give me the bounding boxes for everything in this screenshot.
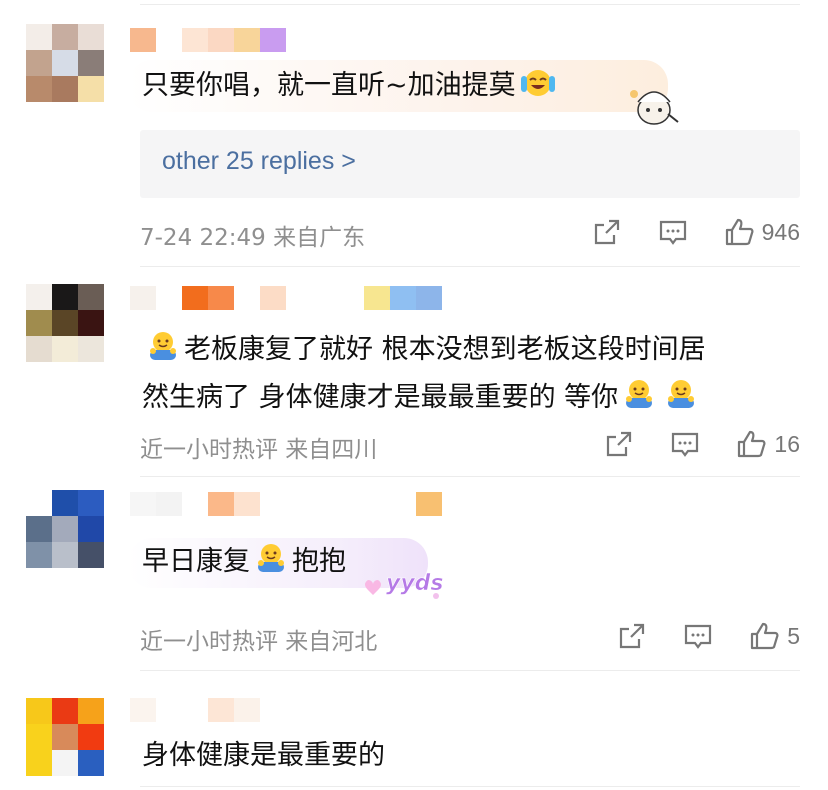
hug-emoji (146, 330, 180, 376)
avatar[interactable] (26, 698, 104, 776)
comment-text: 早日康复 抱抱 (142, 540, 778, 588)
thumbs-up-icon (751, 622, 779, 650)
comment-button[interactable] (658, 217, 688, 247)
like-button[interactable]: 5 (749, 621, 800, 651)
comment-text-content: 只要你唱，就一直听~加油提莫 (142, 70, 516, 101)
comment-meta: 近一小时热评 来自河北 5 (140, 616, 800, 656)
avatar[interactable] (26, 284, 104, 362)
comment-text: 老板康复了就好 根本没想到老板这段时间居 然生病了 身体健康才是最最重要的 等你 (142, 328, 788, 424)
avatar[interactable] (26, 490, 104, 568)
more-replies-link[interactable]: other 25 replies > (162, 147, 356, 176)
comment-text-part2: 抱抱 (292, 546, 346, 577)
username[interactable] (130, 492, 442, 516)
hug-emoji (622, 378, 656, 424)
comment-button[interactable] (683, 621, 713, 651)
hug-emoji (254, 542, 288, 588)
comment-meta: 7-24 22:49 来自广东 946 (140, 212, 800, 252)
avatar[interactable] (26, 24, 104, 102)
thumbs-up-icon (725, 218, 754, 246)
share-button[interactable] (604, 429, 634, 459)
divider (140, 786, 800, 787)
comment-icon (672, 432, 699, 457)
like-button[interactable]: 16 (736, 429, 800, 459)
yyds-sticker: yyds (360, 560, 444, 608)
thumbs-up-icon (738, 430, 766, 458)
comment-timestamp: 近一小时热评 来自河北 (140, 629, 378, 655)
comment-text-part1: 早日康复 (142, 546, 250, 577)
comment-meta: 近一小时热评 来自四川 16 (140, 424, 800, 464)
share-button[interactable] (592, 217, 622, 247)
comment-text-content: 身体健康是最重要的 (142, 740, 385, 771)
username[interactable] (130, 28, 286, 52)
comment-timestamp: 近一小时热评 来自四川 (140, 437, 378, 463)
comment-text-line1: 老板康复了就好 根本没想到老板这段时间居 (184, 334, 706, 365)
divider (140, 266, 800, 267)
comment-text: 只要你唱，就一直听~加油提莫 (142, 64, 778, 112)
comment-icon (685, 624, 712, 649)
comment-timestamp: 7-24 22:49 来自广东 (140, 225, 366, 251)
replies-box[interactable]: other 25 replies > (140, 130, 800, 198)
comment-icon (659, 220, 686, 245)
divider (140, 670, 800, 671)
like-button[interactable]: 946 (724, 217, 800, 247)
share-icon (620, 623, 645, 649)
paimon-sticker (626, 84, 682, 132)
divider (140, 4, 800, 5)
share-icon (607, 431, 632, 457)
username[interactable] (130, 286, 442, 310)
divider (140, 476, 800, 477)
laughing-crying-emoji (520, 66, 556, 112)
comment-text-line2: 然生病了 身体健康才是最最重要的 等你 (142, 382, 619, 413)
svg-text:yyds: yyds (386, 571, 444, 596)
like-count: 16 (774, 430, 800, 457)
like-count: 5 (787, 622, 800, 649)
comment-text: 身体健康是最重要的 (142, 734, 778, 778)
share-icon (594, 219, 619, 245)
username[interactable] (130, 698, 260, 722)
hug-emoji (664, 378, 698, 424)
comment-button[interactable] (670, 429, 700, 459)
like-count: 946 (761, 218, 800, 245)
share-button[interactable] (617, 621, 647, 651)
